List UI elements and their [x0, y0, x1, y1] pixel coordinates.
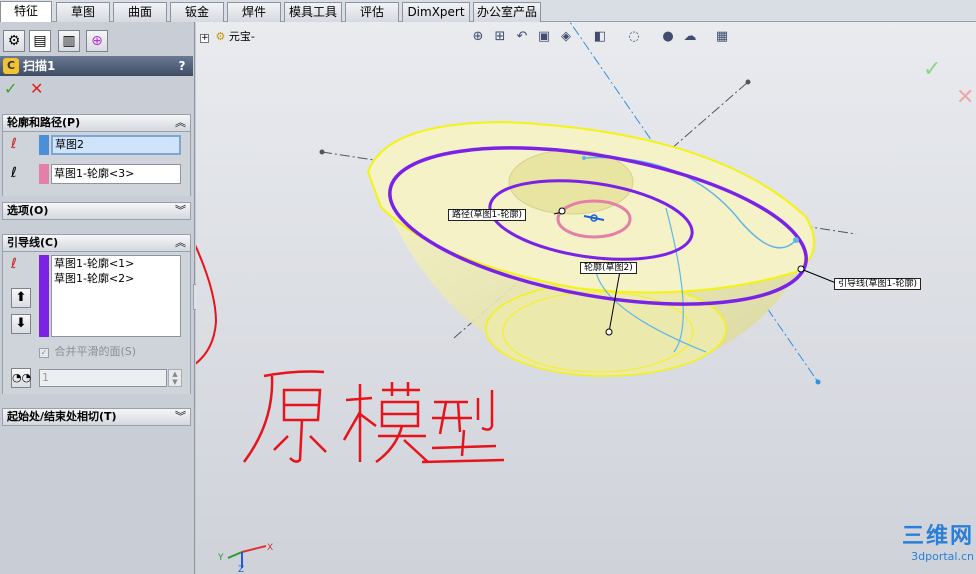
- move-down-button[interactable]: ⬇: [11, 314, 31, 334]
- graphics-area[interactable]: + ⚙ 元宝- ⊕ ⊞ ↶ ▣ ◈ ◧ ◌ ● ☁ ▦ ✓ ✕ 路径(草图1-轮…: [196, 22, 976, 574]
- list-item[interactable]: 草图1-轮廓<1>: [52, 256, 180, 271]
- guide-color-chip: [39, 255, 49, 337]
- tangency-group-title: 起始处/结束处相切(T): [7, 410, 117, 423]
- ok-button[interactable]: ✓: [4, 80, 22, 98]
- move-up-button[interactable]: ⬆: [11, 288, 31, 308]
- site-watermark: 三维网 3dportal.cn: [874, 524, 974, 570]
- cancel-button[interactable]: ✕: [30, 80, 48, 98]
- merge-smooth-option[interactable]: ✓ 合并平滑的面(S): [39, 345, 189, 359]
- guide-curves-group-body: ℓ 草图1-轮廓<1> 草图1-轮廓<2> ⬆ ⬇ ✓ 合并平滑的面(S) ◔◔…: [2, 252, 191, 394]
- triad-z-label: Z: [238, 565, 244, 572]
- profile-icon: ℓ: [11, 136, 17, 152]
- watermark-url: 3dportal.cn: [911, 550, 974, 563]
- path-callout[interactable]: 路径(草图1-轮廓): [448, 209, 526, 221]
- profile-color-chip: [39, 135, 49, 155]
- collapse-chevron-icon[interactable]: ︽: [175, 235, 186, 251]
- tab-sheet-metal[interactable]: 钣金: [170, 2, 224, 22]
- path-color-chip: [39, 164, 49, 184]
- configuration-manager-tab-icon[interactable]: ▥: [58, 30, 80, 52]
- tab-office-products[interactable]: 办公室产品: [473, 2, 541, 22]
- feature-tree-tab-icon[interactable]: ⚙: [3, 30, 25, 52]
- path-icon: ℓ: [11, 165, 17, 181]
- expand-chevron-icon[interactable]: ︾: [175, 409, 186, 425]
- watermark-logo: 三维网: [901, 524, 974, 549]
- options-group-title: 选项(O): [7, 204, 49, 217]
- guide-curves-list[interactable]: 草图1-轮廓<1> 草图1-轮廓<2>: [51, 255, 181, 337]
- merge-smooth-checkbox[interactable]: ✓: [39, 348, 49, 358]
- path-selection-box[interactable]: 草图1-轮廓<3>: [51, 164, 181, 184]
- triad-x-label: X: [267, 543, 273, 553]
- profile-selection-box[interactable]: 草图2: [51, 135, 181, 155]
- property-manager-panel: ⚙ ▤ ▥ ⊕ C 扫描1 ? ✓ ✕ 轮廓和路径(P) ︽ ℓ 草图2 ℓ 草…: [0, 22, 201, 574]
- guide-curve-icon: ℓ: [11, 256, 17, 272]
- tangency-group-header[interactable]: 起始处/结束处相切(T) ︾: [2, 408, 191, 426]
- tab-weldments[interactable]: 焊件: [227, 2, 281, 22]
- sweep-icon: C: [3, 58, 19, 74]
- guide-curves-group-header[interactable]: 引导线(C) ︽: [2, 234, 191, 252]
- reference-triad: X Y Z: [217, 543, 273, 572]
- spin-arrows-icon[interactable]: ▲ ▼: [168, 369, 182, 387]
- base-edge: [485, 281, 727, 377]
- feature-title: 扫描1: [23, 59, 56, 73]
- guide-callout[interactable]: 引导线(草图1-轮廓): [834, 278, 921, 290]
- options-group-header[interactable]: 选项(O) ︾: [2, 202, 191, 220]
- tab-mold-tools[interactable]: 模具工具: [284, 2, 342, 22]
- property-manager-tab-icon[interactable]: ▤: [29, 30, 51, 52]
- expand-chevron-icon[interactable]: ︾: [175, 203, 186, 219]
- list-item[interactable]: 草图1-轮廓<2>: [52, 271, 180, 286]
- profile-callout[interactable]: 轮廓(草图2): [580, 262, 637, 274]
- help-button[interactable]: ?: [175, 58, 189, 74]
- collapse-chevron-icon[interactable]: ︽: [175, 115, 186, 131]
- profile-path-group-header[interactable]: 轮廓和路径(P) ︽: [2, 114, 191, 132]
- guide-curves-group-title: 引导线(C): [7, 236, 59, 249]
- dimxpert-manager-tab-icon[interactable]: ⊕: [86, 30, 108, 52]
- profile-path-group-title: 轮廓和路径(P): [7, 116, 81, 129]
- ingot-model[interactable]: [196, 22, 976, 574]
- tab-features[interactable]: 特征: [0, 1, 52, 23]
- section-spin-input[interactable]: 1: [39, 369, 167, 387]
- tab-evaluate[interactable]: 评估: [345, 2, 399, 22]
- tab-surfaces[interactable]: 曲面: [113, 2, 167, 22]
- panel-tabs: ⚙ ▤ ▥ ⊕: [0, 26, 195, 52]
- tab-sketch[interactable]: 草图: [56, 2, 110, 22]
- show-sections-button[interactable]: ◔◔: [11, 368, 31, 388]
- profile-path-group-body: ℓ 草图2 ℓ 草图1-轮廓<3>: [2, 132, 191, 196]
- sweep-feature-header: C 扫描1 ?: [0, 56, 193, 76]
- command-manager-tabs: 特征 草图 曲面 钣金 焊件 模具工具 评估 DimXpert 办公室产品: [0, 0, 976, 23]
- merge-smooth-label: 合并平滑的面(S): [54, 345, 137, 358]
- tab-dimxpert[interactable]: DimXpert: [402, 2, 470, 22]
- triad-y-label: Y: [217, 553, 224, 563]
